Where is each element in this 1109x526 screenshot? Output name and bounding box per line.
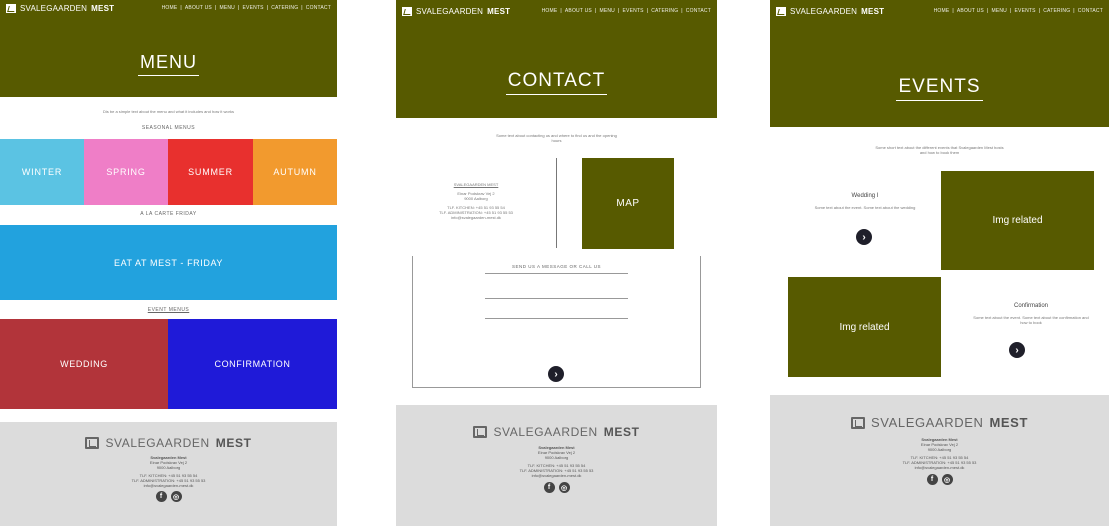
vertical-divider — [556, 158, 557, 248]
nav-catering[interactable]: CATERING — [1043, 8, 1070, 14]
nav-about[interactable]: ABOUT US — [957, 8, 984, 14]
brand-logo[interactable]: SVALEGAARDEN MEST — [402, 6, 510, 16]
season-winter[interactable]: WINTER — [0, 139, 84, 205]
top-navigation: SVALEGAARDEN MEST HOME | ABOUT US | MENU | … — [770, 0, 1109, 22]
season-autumn[interactable]: AUTUMN — [253, 139, 337, 205]
footer-address: Svalegaarden Mest Einar Podskrav Vej 2 9… — [396, 445, 717, 478]
event-confirmation-text: Some text about the event. Some text abo… — [973, 315, 1089, 325]
events-page-panel: SVALEGAARDEN MEST HOME | ABOUT US | MENU | … — [770, 0, 1109, 526]
footer-logo: SVALEGAARDEN MEST — [396, 425, 717, 439]
nav-home[interactable]: HOME — [542, 8, 558, 14]
footer-logo-icon — [473, 426, 488, 438]
footer-email[interactable]: info@svalegaarden-mest.dk — [770, 465, 1109, 470]
footer: SVALEGAARDEN MEST Svalegaarden Mest Einar… — [0, 422, 337, 526]
logo-mark-icon — [6, 3, 16, 13]
nav-events[interactable]: EVENTS — [1015, 8, 1036, 14]
footer-address: Svalegaarden Mest Einar Podskrav Vej 2 9… — [0, 455, 337, 488]
contact-page-panel: SVALEGAARDEN MEST HOME | ABOUT US | MENU | … — [396, 0, 717, 526]
logo-mark-icon — [402, 6, 412, 16]
nav-about[interactable]: ABOUT US — [185, 5, 212, 11]
footer-logo: SVALEGAARDEN MEST — [770, 415, 1109, 430]
social-links: f ◎ — [0, 491, 337, 502]
nav-menu: HOME | ABOUT US | MENU | EVENTS | CATERING | … — [161, 5, 331, 11]
event-confirmation-title: Confirmation — [1013, 303, 1048, 309]
social-links: f ◎ — [396, 482, 717, 493]
nav-contact[interactable]: CONTACT — [1078, 8, 1103, 14]
logo-mark-icon — [776, 6, 786, 16]
nav-events[interactable]: EVENTS — [243, 5, 264, 11]
facebook-icon[interactable]: f — [543, 482, 555, 493]
nav-menu-link[interactable]: MENU — [219, 5, 235, 11]
social-links: f ◎ — [770, 474, 1109, 485]
eat-heading: A LA CARTE FRIDAY — [140, 211, 197, 217]
menu-intro: Dis be a simple text about the menu and … — [103, 109, 234, 114]
address-block: SVALEGAARDEN MEST Einar Podskrav Vej 2 9… — [396, 158, 556, 248]
events-intro: Some short text about the different even… — [875, 145, 1004, 155]
nav-catering[interactable]: CATERING — [271, 5, 298, 11]
form-field-name[interactable] — [485, 273, 628, 274]
confirmation-menu[interactable]: CONFIRMATION — [168, 319, 337, 409]
send-arrow-icon[interactable]: › — [548, 366, 564, 382]
address-heading: SVALEGAARDEN MEST — [453, 182, 499, 187]
instagram-icon[interactable]: ◎ — [558, 482, 570, 493]
instagram-icon[interactable]: ◎ — [170, 491, 182, 502]
footer: SVALEGAARDEN MEST Svalegaarden Mest Einar… — [770, 395, 1109, 526]
brand-name-bold: MEST — [91, 3, 115, 13]
event-confirmation-arrow-icon[interactable]: › — [1009, 342, 1025, 358]
footer: SVALEGAARDEN MEST Svalegaarden Mest Einar… — [396, 405, 717, 526]
facebook-icon[interactable]: f — [926, 474, 938, 485]
footer-email[interactable]: info@svalegaarden-mest.dk — [0, 483, 337, 488]
event-confirmation-card: Confirmation Some text about the event. … — [970, 303, 1092, 325]
season-summer[interactable]: SUMMER — [168, 139, 253, 205]
map-placeholder[interactable]: MAP — [582, 158, 674, 249]
nav-contact[interactable]: CONTACT — [686, 8, 711, 14]
eat-at-mest-friday[interactable]: EAT AT MEST - FRIDAY — [0, 225, 337, 300]
top-navigation: SVALEGAARDEN MEST HOME | ABOUT US | MENU | … — [0, 0, 337, 16]
nav-home[interactable]: HOME — [934, 8, 950, 14]
event-wedding-arrow-icon[interactable]: › — [856, 229, 872, 245]
footer-logo-icon — [851, 416, 866, 429]
page-title: EVENTS — [770, 76, 1109, 101]
contact-email[interactable]: info@svalegaarden-mest.dk — [396, 215, 556, 220]
form-heading: SEND US A MESSAGE OR CALL US — [511, 264, 602, 269]
wedding-menu[interactable]: WEDDING — [0, 319, 168, 409]
menu-header: SVALEGAARDEN MEST HOME | ABOUT US | MENU | … — [0, 0, 337, 97]
contact-header: SVALEGAARDEN MEST HOME | ABOUT US | MENU | … — [396, 0, 717, 118]
menu-page-panel: SVALEGAARDEN MEST HOME | ABOUT US | MENU | … — [0, 0, 337, 526]
events-header: SVALEGAARDEN MEST HOME | ABOUT US | MENU | … — [770, 0, 1109, 127]
event-wedding-image: Img related — [941, 171, 1094, 270]
nav-menu: HOME | ABOUT US | MENU | EVENTS | CATERING | … — [541, 8, 711, 14]
page-title: CONTACT — [396, 70, 717, 95]
brand-logo[interactable]: SVALEGAARDEN MEST — [776, 6, 884, 16]
nav-menu-link[interactable]: MENU — [599, 8, 615, 14]
footer-email[interactable]: info@svalegaarden-mest.dk — [396, 473, 717, 478]
instagram-icon[interactable]: ◎ — [941, 474, 953, 485]
event-confirmation-image: Img related — [788, 277, 941, 377]
contact-form: SEND US A MESSAGE OR CALL US › — [412, 256, 701, 388]
event-menus-heading: EVENT MENUS — [147, 307, 190, 313]
footer-address: Svalegaarden Mest Einar Podskrav Vej 2 9… — [770, 437, 1109, 470]
nav-events[interactable]: EVENTS — [623, 8, 644, 14]
seasonal-menus-heading: SEASONAL MENUS — [141, 125, 196, 131]
nav-contact[interactable]: CONTACT — [306, 5, 331, 11]
nav-menu-link[interactable]: MENU — [991, 8, 1007, 14]
event-wedding-text: Some text about the event. Some text abo… — [814, 205, 916, 210]
contact-intro: Some text about contacting us and where … — [496, 133, 617, 143]
nav-catering[interactable]: CATERING — [651, 8, 678, 14]
event-wedding-card: Wedding I Some text about the event. Som… — [810, 193, 920, 210]
nav-menu: HOME | ABOUT US | MENU | EVENTS | CATERING | … — [933, 8, 1103, 14]
footer-logo: SVALEGAARDEN MEST — [0, 436, 337, 450]
event-wedding-title: Wedding I — [851, 193, 879, 199]
facebook-icon[interactable]: f — [155, 491, 167, 502]
nav-about[interactable]: ABOUT US — [565, 8, 592, 14]
footer-logo-icon — [85, 437, 100, 449]
form-field-email[interactable] — [485, 298, 628, 299]
season-spring[interactable]: SPRING — [84, 139, 168, 205]
brand-name-light: SVALEGAARDEN — [20, 3, 88, 13]
top-navigation: SVALEGAARDEN MEST HOME | ABOUT US | MENU | … — [396, 0, 717, 22]
page-title: MENU — [0, 52, 337, 76]
form-field-message[interactable] — [485, 318, 628, 319]
nav-home[interactable]: HOME — [162, 5, 178, 11]
brand-logo[interactable]: SVALEGAARDEN MEST — [6, 3, 115, 13]
